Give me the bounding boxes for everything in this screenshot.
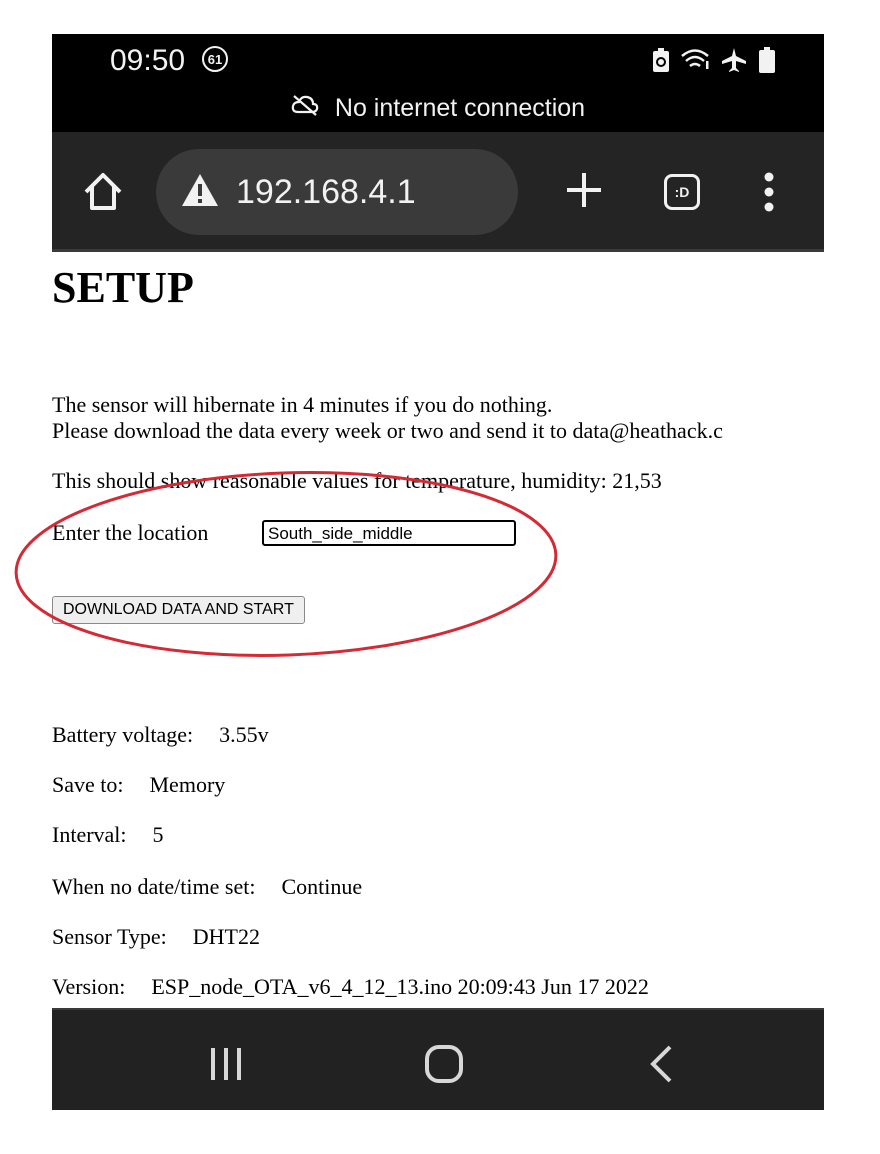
offline-text: No internet connection bbox=[334, 94, 586, 122]
wifi-icon bbox=[680, 47, 710, 78]
location-label: Enter the location bbox=[52, 520, 209, 545]
warning-icon[interactable] bbox=[180, 172, 220, 213]
cloud-off-icon bbox=[291, 94, 319, 123]
url-text: 192.168.4.1 bbox=[236, 172, 416, 211]
info-row-save-to: Save to: Memory bbox=[52, 772, 226, 797]
download-instructions: Please download the data every week or t… bbox=[52, 418, 723, 443]
nav-home-icon[interactable] bbox=[424, 1044, 464, 1089]
system-nav-bar bbox=[52, 1008, 824, 1110]
plus-icon[interactable] bbox=[564, 170, 604, 215]
page-title: SETUP bbox=[52, 263, 194, 312]
battery-saver-icon bbox=[652, 47, 670, 78]
notification-badge: 61 bbox=[202, 46, 228, 72]
address-bar[interactable]: 192.168.4.1 bbox=[156, 149, 518, 235]
sensor-reading-text: This should show reasonable values for t… bbox=[52, 468, 662, 493]
status-bar: 09:50 61 No internet connection bbox=[52, 34, 824, 132]
info-row-no-datetime: When no date/time set: Continue bbox=[52, 874, 363, 899]
status-time: 09:50 bbox=[110, 44, 186, 77]
back-icon[interactable] bbox=[648, 1044, 674, 1089]
tab-switcher-button[interactable]: :D bbox=[664, 174, 700, 210]
location-input[interactable]: South_side_middle bbox=[262, 520, 516, 546]
status-icons bbox=[652, 46, 776, 79]
download-start-button[interactable]: DOWNLOAD DATA AND START bbox=[52, 596, 305, 624]
home-icon[interactable] bbox=[82, 170, 124, 217]
browser-toolbar: 192.168.4.1 :D bbox=[52, 132, 824, 252]
phone-screen: 09:50 61 No internet connection 192.168.… bbox=[52, 34, 824, 1110]
airplane-mode-icon bbox=[720, 46, 748, 79]
info-row-battery: Battery voltage: 3.55v bbox=[52, 722, 269, 747]
info-row-version: Version: ESP_node_OTA_v6_4_12_13.ino 20:0… bbox=[52, 974, 649, 999]
more-vert-icon[interactable] bbox=[764, 172, 774, 217]
offline-banner: No internet connection bbox=[52, 94, 824, 123]
info-row-sensor-type: Sensor Type: DHT22 bbox=[52, 924, 260, 949]
info-row-interval: Interval: 5 bbox=[52, 822, 164, 847]
recent-apps-icon[interactable] bbox=[208, 1046, 244, 1087]
hibernate-text: The sensor will hibernate in 4 minutes i… bbox=[52, 392, 553, 417]
battery-icon bbox=[758, 46, 776, 79]
